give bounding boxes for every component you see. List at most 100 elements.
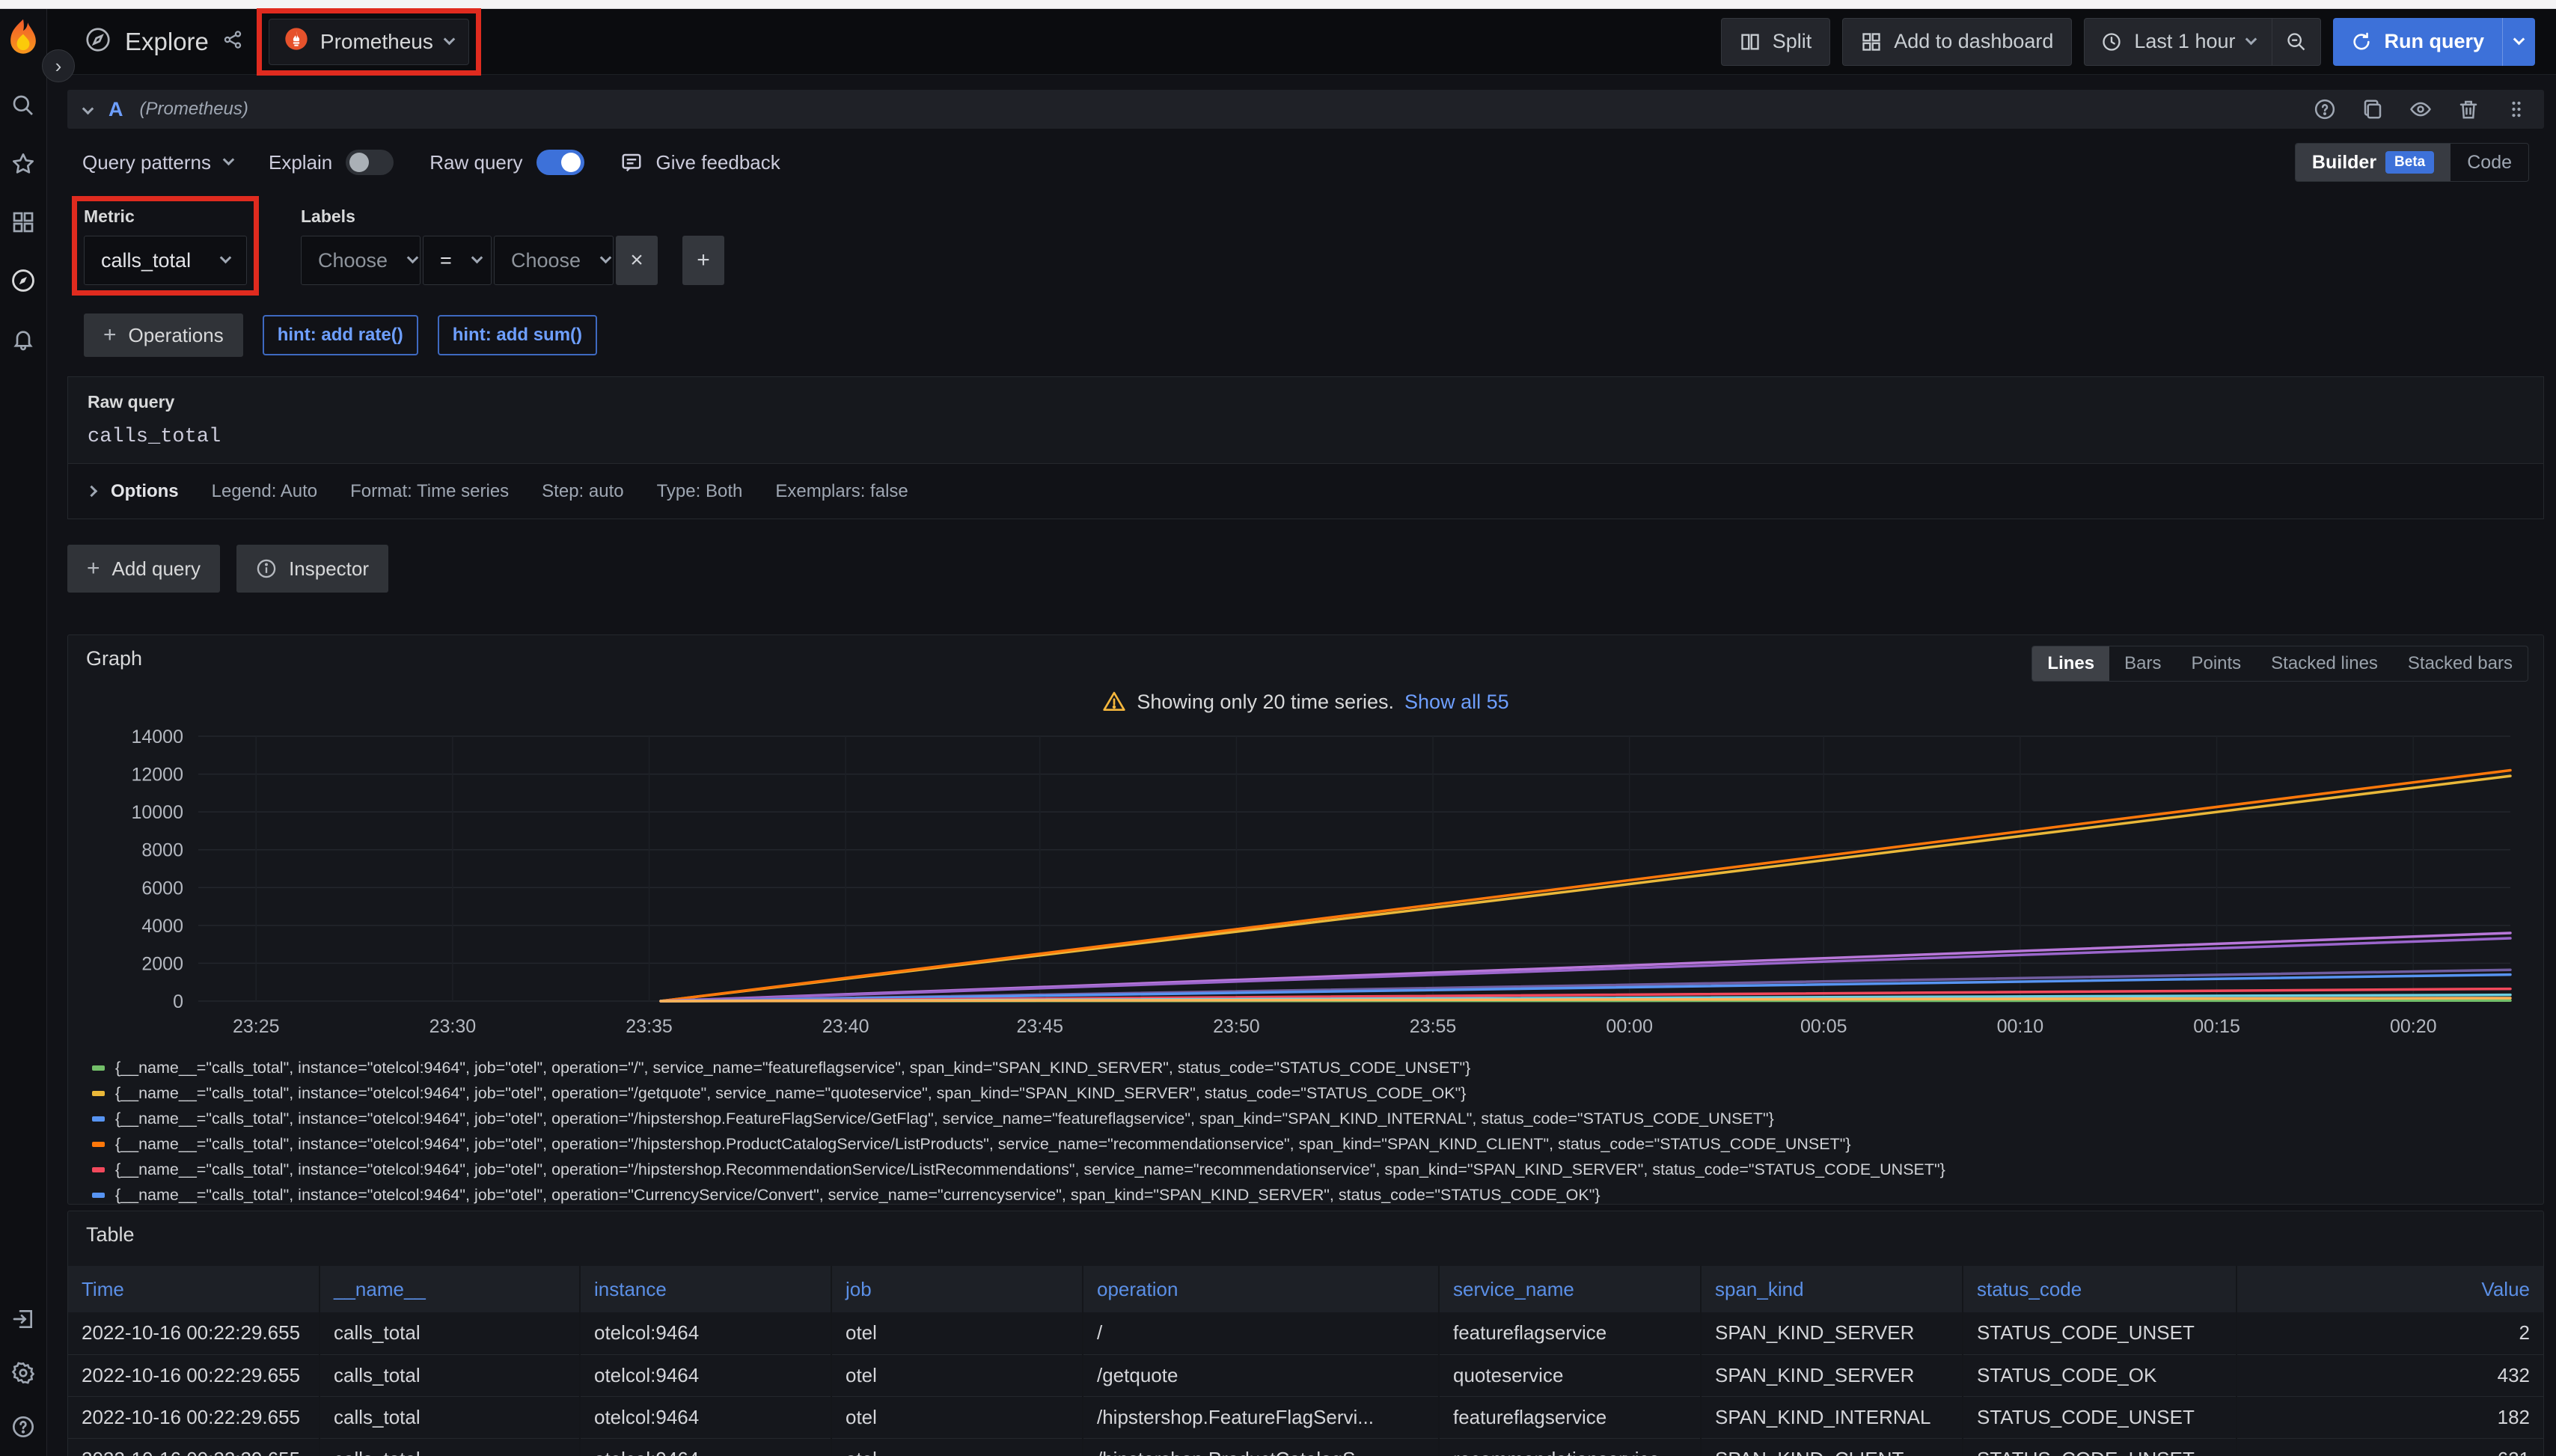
legend-item[interactable]: {__name__="calls_total", instance="otelc… — [92, 1157, 2525, 1182]
graph-mode-tab-bars[interactable]: Bars — [2109, 646, 2176, 681]
label-value-placeholder: Choose — [511, 249, 581, 272]
svg-text:10000: 10000 — [131, 802, 183, 823]
label-key-select[interactable]: Choose — [301, 236, 421, 285]
metric-value: calls_total — [101, 249, 191, 272]
legend-swatch — [92, 1193, 105, 1198]
legend-item[interactable]: {__name__="calls_total", instance="otelc… — [92, 1106, 2525, 1131]
column-header-status-code[interactable]: status_code — [1963, 1266, 2236, 1312]
collapse-chevron-icon[interactable] — [82, 103, 94, 114]
legend-item[interactable]: {__name__="calls_total", instance="otelc… — [92, 1131, 2525, 1157]
query-options-row[interactable]: Options Legend: AutoFormat: Time seriesS… — [67, 464, 2544, 519]
raw-query-toggle[interactable] — [536, 150, 584, 175]
run-query-dropdown[interactable] — [2502, 18, 2535, 66]
table-cell: 621 — [2236, 1438, 2543, 1456]
search-icon[interactable] — [10, 93, 36, 118]
table-cell: featureflagservice — [1439, 1312, 1701, 1354]
svg-text:00:20: 00:20 — [2390, 1016, 2437, 1037]
svg-text:12000: 12000 — [131, 765, 183, 786]
legend-swatch — [92, 1116, 105, 1122]
show-all-series-link[interactable]: Show all 55 — [1404, 691, 1509, 714]
svg-text:23:25: 23:25 — [233, 1016, 280, 1037]
remove-label-filter-button[interactable]: × — [616, 236, 658, 285]
plus-icon: + — [87, 556, 100, 581]
sign-in-icon[interactable] — [10, 1306, 36, 1332]
column-header-span-kind[interactable]: span_kind — [1701, 1266, 1963, 1312]
duplicate-query-icon[interactable] — [2361, 98, 2384, 120]
settings-gear-icon[interactable] — [10, 1360, 36, 1386]
graph-mode-tab-stacked-lines[interactable]: Stacked lines — [2256, 646, 2393, 681]
inspector-button[interactable]: Inspector — [236, 545, 388, 593]
starred-icon[interactable] — [10, 151, 36, 177]
explain-toggle[interactable] — [346, 150, 394, 175]
label-operator: = — [440, 249, 452, 272]
metric-select[interactable]: calls_total — [84, 236, 247, 285]
legend-label: {__name__="calls_total", instance="otelc… — [115, 1135, 1851, 1154]
datasource-picker[interactable]: Prometheus — [269, 19, 469, 65]
graph-mode-tab-points[interactable]: Points — [2176, 646, 2256, 681]
svg-text:00:10: 00:10 — [1997, 1016, 2044, 1037]
hint-add-sum-button[interactable]: hint: add sum() — [438, 315, 597, 355]
table-cell: SPAN_KIND_SERVER — [1701, 1354, 1963, 1396]
legend-item[interactable]: {__name__="calls_total", instance="otelc… — [92, 1055, 2525, 1080]
hide-response-eye-icon[interactable] — [2409, 98, 2432, 120]
query-patterns-dropdown[interactable]: Query patterns — [82, 151, 233, 174]
hint-add-rate-button[interactable]: hint: add rate() — [263, 315, 418, 355]
add-to-dashboard-label: Add to dashboard — [1894, 30, 2053, 53]
column-header-operation[interactable]: operation — [1083, 1266, 1439, 1312]
split-button[interactable]: Split — [1721, 18, 1831, 66]
code-tab[interactable]: Code — [2450, 144, 2528, 181]
svg-text:0: 0 — [173, 991, 183, 1012]
query-help-icon[interactable] — [2314, 98, 2336, 120]
legend-item[interactable]: {__name__="calls_total", instance="otelc… — [92, 1182, 2525, 1205]
table-row: 2022-10-16 00:22:29.655calls_totalotelco… — [68, 1438, 2543, 1456]
give-feedback-link[interactable]: Give feedback — [620, 151, 780, 174]
legend-label: {__name__="calls_total", instance="otelc… — [115, 1084, 1466, 1103]
share-icon[interactable] — [222, 29, 243, 54]
column-header-service-name[interactable]: service_name — [1439, 1266, 1701, 1312]
label-value-select[interactable]: Choose — [494, 236, 614, 285]
options-summary-item: Type: Both — [657, 481, 743, 502]
sidebar — [0, 9, 47, 1456]
graph-mode-tab-lines[interactable]: Lines — [2032, 646, 2109, 681]
table-panel-title: Table — [68, 1223, 2543, 1247]
column-header-instance[interactable]: instance — [580, 1266, 831, 1312]
svg-text:00:00: 00:00 — [1606, 1016, 1653, 1037]
table-cell: calls_total — [320, 1396, 580, 1438]
add-label-filter-button[interactable]: + — [682, 236, 724, 285]
time-range-picker[interactable]: Last 1 hour — [2085, 19, 2272, 65]
table-cell: SPAN_KIND_CLIENT — [1701, 1438, 1963, 1456]
prometheus-icon — [284, 27, 308, 56]
explore-compass-icon[interactable] — [10, 268, 36, 293]
add-query-button[interactable]: + Add query — [67, 545, 220, 593]
chevron-down-icon — [407, 252, 419, 264]
add-to-dashboard-button[interactable]: Add to dashboard — [1842, 18, 2072, 66]
dashboards-icon[interactable] — [10, 209, 36, 235]
drag-handle-icon[interactable] — [2505, 98, 2528, 120]
remove-query-trash-icon[interactable] — [2457, 98, 2480, 120]
column-header--name-[interactable]: __name__ — [320, 1266, 580, 1312]
column-header-job[interactable]: job — [831, 1266, 1083, 1312]
svg-text:23:55: 23:55 — [1410, 1016, 1457, 1037]
time-series-chart[interactable]: 0200040006000800010000120001400023:2523:… — [86, 726, 2544, 1052]
svg-text:23:50: 23:50 — [1213, 1016, 1260, 1037]
graph-mode-tab-stacked-bars[interactable]: Stacked bars — [2393, 646, 2528, 681]
grafana-logo[interactable] — [6, 16, 40, 60]
builder-tab[interactable]: Builder Beta — [2296, 144, 2450, 181]
query-row-header[interactable]: A (Prometheus) — [67, 90, 2544, 129]
help-icon[interactable] — [10, 1414, 36, 1440]
column-header-value[interactable]: Value — [2236, 1266, 2543, 1312]
svg-text:23:45: 23:45 — [1016, 1016, 1063, 1037]
svg-text:00:05: 00:05 — [1800, 1016, 1847, 1037]
column-header-time[interactable]: Time — [68, 1266, 320, 1312]
sidebar-expand-button[interactable]: › — [42, 49, 75, 82]
alerting-bell-icon[interactable] — [10, 326, 36, 352]
warning-triangle-icon — [1102, 690, 1126, 714]
label-operator-select[interactable]: = — [423, 236, 492, 285]
run-query-button[interactable]: Run query — [2333, 18, 2502, 66]
zoom-out-time-button[interactable] — [2272, 19, 2320, 65]
legend-item[interactable]: {__name__="calls_total", instance="otelc… — [92, 1080, 2525, 1106]
add-operation-button[interactable]: + Operations — [84, 313, 243, 357]
inspector-label: Inspector — [289, 557, 369, 581]
give-feedback-label: Give feedback — [656, 151, 780, 174]
query-datasource-hint: (Prometheus) — [140, 99, 248, 120]
